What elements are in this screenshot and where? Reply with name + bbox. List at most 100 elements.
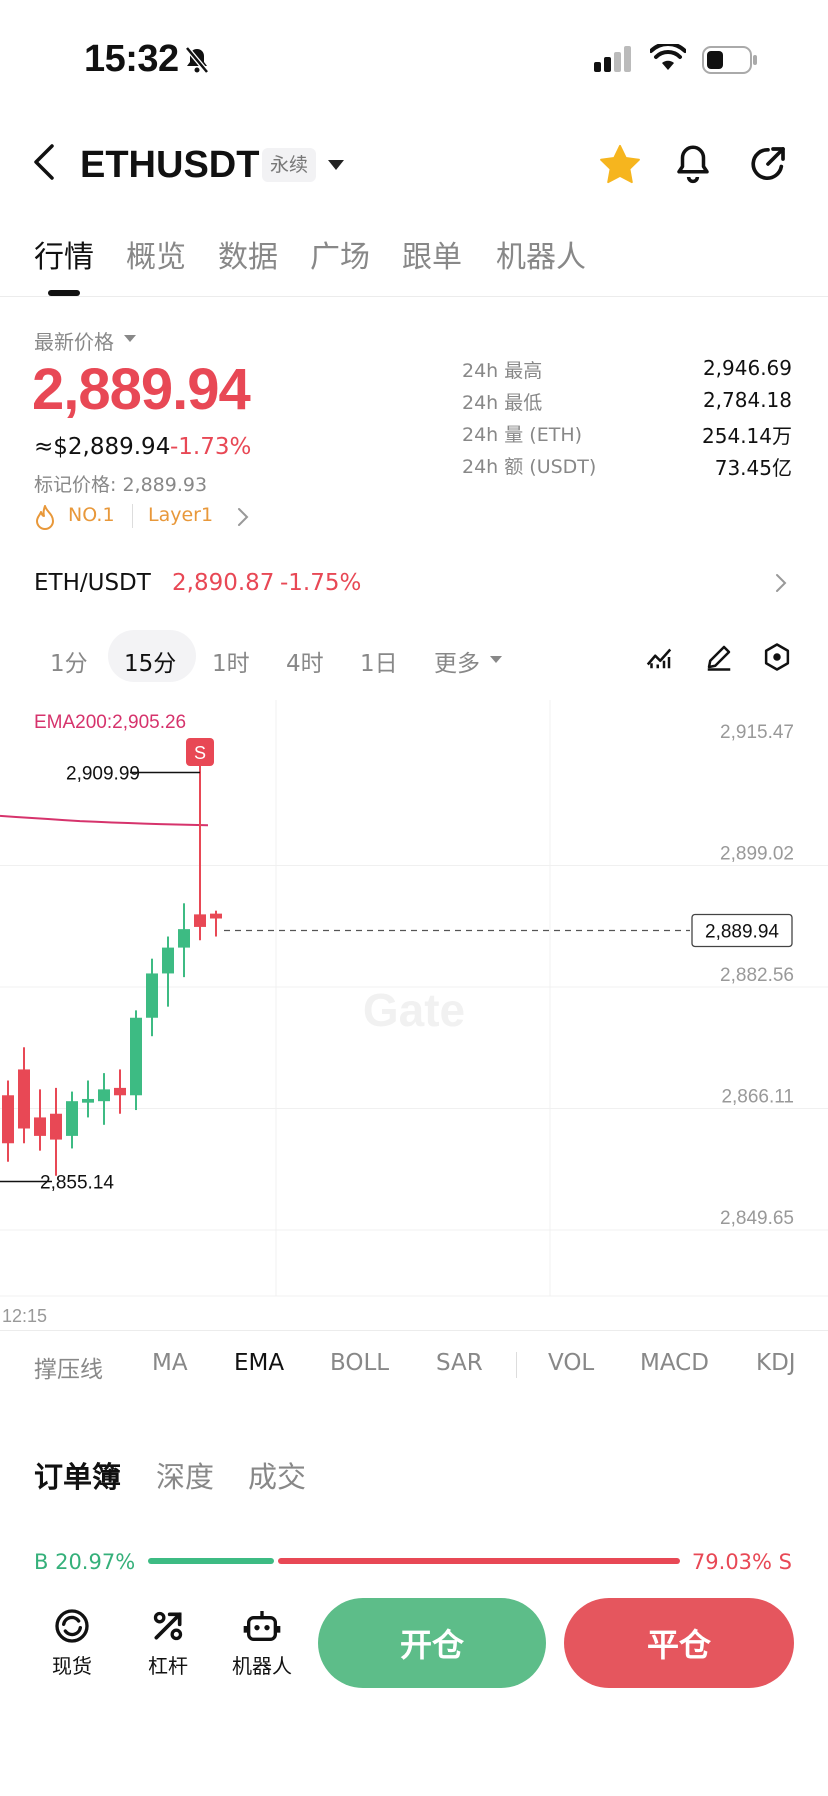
tab-divider (0, 296, 828, 297)
candle-body (162, 947, 174, 974)
price-alert-bell-icon[interactable] (672, 142, 714, 188)
flame-icon (34, 504, 56, 534)
candle-body (130, 1017, 142, 1096)
stat-value-turnover: 73.45亿 (714, 456, 792, 480)
candle-body (146, 973, 158, 1018)
candle-body (114, 1087, 126, 1096)
latest-price-label[interactable]: 最新价格 (34, 326, 114, 355)
tab-market[interactable]: 行情 (34, 232, 94, 276)
nav-robot-label[interactable]: 机器人 (226, 1650, 298, 1679)
indicator-ma[interactable]: MA (152, 1350, 188, 1376)
ema-line (0, 814, 209, 827)
mark-price: 标记价格: 2,889.93 (34, 474, 208, 496)
favorite-star-icon[interactable] (598, 144, 642, 190)
silent-mode-icon (184, 46, 210, 78)
sector-tag[interactable]: Layer1 (148, 504, 213, 526)
draw-pencil-icon[interactable] (704, 642, 734, 676)
interval-15m[interactable]: 15分 (124, 644, 176, 678)
chart-settings-icon[interactable] (762, 642, 792, 676)
candle-body (66, 1101, 78, 1136)
margin-icon[interactable] (148, 1606, 188, 1650)
buy-ratio-bar (148, 1558, 274, 1564)
spot-icon[interactable] (52, 1606, 92, 1650)
candle-body (82, 1098, 94, 1103)
tab-depth[interactable]: 深度 (156, 1454, 214, 1496)
candle-body (34, 1117, 46, 1136)
y-tick-label: 2,915.47 (720, 722, 794, 743)
interval-more[interactable]: 更多 (434, 644, 480, 678)
nav-margin-label[interactable]: 杠杆 (144, 1650, 192, 1679)
candle-body (178, 929, 190, 948)
nav-spot-label[interactable]: 现货 (48, 1650, 96, 1679)
candle-body (50, 1113, 62, 1140)
candle-body (210, 913, 222, 919)
indicator-divider (0, 1330, 828, 1331)
status-time: 15:32 (84, 38, 179, 80)
indicator-separator (516, 1352, 517, 1378)
stat-label-volume: 24h 量 (ETH) (462, 424, 583, 446)
tab-overview[interactable]: 概览 (126, 232, 186, 276)
open-position-button[interactable]: 开仓 (318, 1598, 546, 1688)
chevron-right-icon[interactable] (236, 506, 250, 532)
wifi-icon (649, 41, 687, 76)
y-tick-label: 2,882.56 (720, 965, 794, 986)
stat-label-turnover: 24h 额 (USDT) (462, 456, 597, 478)
high-price-label: 2,909.99 (66, 763, 140, 784)
rank-tag[interactable]: NO.1 (68, 504, 115, 526)
candle-body (98, 1089, 110, 1102)
stat-value-volume: 254.14万 (702, 424, 792, 448)
sell-marker-label: S (194, 743, 206, 763)
interval-1h[interactable]: 1时 (212, 644, 250, 678)
indicator-sar[interactable]: SAR (436, 1350, 483, 1376)
stat-value-high: 2,946.69 (702, 356, 792, 380)
low-price-label: 2,855.14 (40, 1172, 114, 1193)
ema-indicator-label: EMA200:2,905.26 (34, 712, 186, 733)
share-icon[interactable] (748, 144, 788, 188)
indicator-boll[interactable]: BOLL (330, 1350, 389, 1376)
candle-body (194, 914, 206, 927)
tab-trades[interactable]: 成交 (248, 1454, 306, 1496)
tab-square[interactable]: 广场 (310, 232, 370, 276)
candle-body (2, 1095, 14, 1144)
symbol-dropdown-icon[interactable] (328, 160, 344, 170)
cellular-signal-icon (594, 46, 634, 76)
chevron-right-icon[interactable] (774, 572, 788, 598)
price-change-percent: -1.73% (170, 434, 252, 460)
more-dropdown-icon[interactable] (490, 656, 502, 663)
indicator-vol[interactable]: VOL (548, 1350, 594, 1376)
candlestick-chart[interactable]: 2,915.47 2,899.02 2,882.56 2,866.11 2,849.65… (0, 700, 828, 1330)
stat-label-high: 24h 最高 (462, 360, 543, 382)
indicator-chart-icon[interactable] (644, 642, 674, 676)
stat-label-low: 24h 最低 (462, 392, 543, 414)
indicator-ema[interactable]: EMA (234, 1350, 284, 1376)
usd-price: ≈$2,889.94 (34, 434, 171, 460)
contract-type-badge[interactable]: 永续 (262, 148, 317, 182)
stat-value-low: 2,784.18 (702, 388, 792, 412)
close-position-button[interactable]: 平仓 (564, 1598, 794, 1688)
robot-icon[interactable] (242, 1606, 282, 1650)
tab-bots[interactable]: 机器人 (496, 232, 586, 276)
gate-watermark: Gate (363, 984, 465, 1036)
interval-1m[interactable]: 1分 (50, 644, 88, 678)
tab-orderbook[interactable]: 订单簿 (34, 1454, 121, 1496)
spot-pair-label[interactable]: ETH/USDT (34, 570, 151, 596)
indicator-support-resistance[interactable]: 撑压线 (34, 1350, 103, 1384)
price-type-dropdown-icon[interactable] (124, 335, 136, 342)
tab-copy-trade[interactable]: 跟单 (402, 232, 462, 276)
candle-body (18, 1069, 30, 1129)
interval-4h[interactable]: 4时 (286, 644, 324, 678)
sell-ratio-bar (278, 1558, 680, 1564)
symbol-title[interactable]: ETHUSDT (80, 144, 259, 187)
spot-pair-price: 2,890.87 (172, 570, 275, 596)
y-tick-label: 2,899.02 (720, 843, 794, 864)
battery-icon (702, 46, 758, 78)
y-tick-label: 2,849.65 (720, 1208, 794, 1229)
current-price-label: 2,889.94 (705, 922, 779, 943)
x-tick-label: 12:15 (2, 1306, 47, 1326)
indicator-macd[interactable]: MACD (640, 1350, 709, 1376)
spot-pair-change: -1.75% (280, 570, 362, 596)
interval-1d[interactable]: 1日 (360, 644, 398, 678)
indicator-kdj[interactable]: KDJ (756, 1350, 796, 1376)
tab-data[interactable]: 数据 (218, 232, 278, 276)
back-icon[interactable] (30, 142, 58, 186)
